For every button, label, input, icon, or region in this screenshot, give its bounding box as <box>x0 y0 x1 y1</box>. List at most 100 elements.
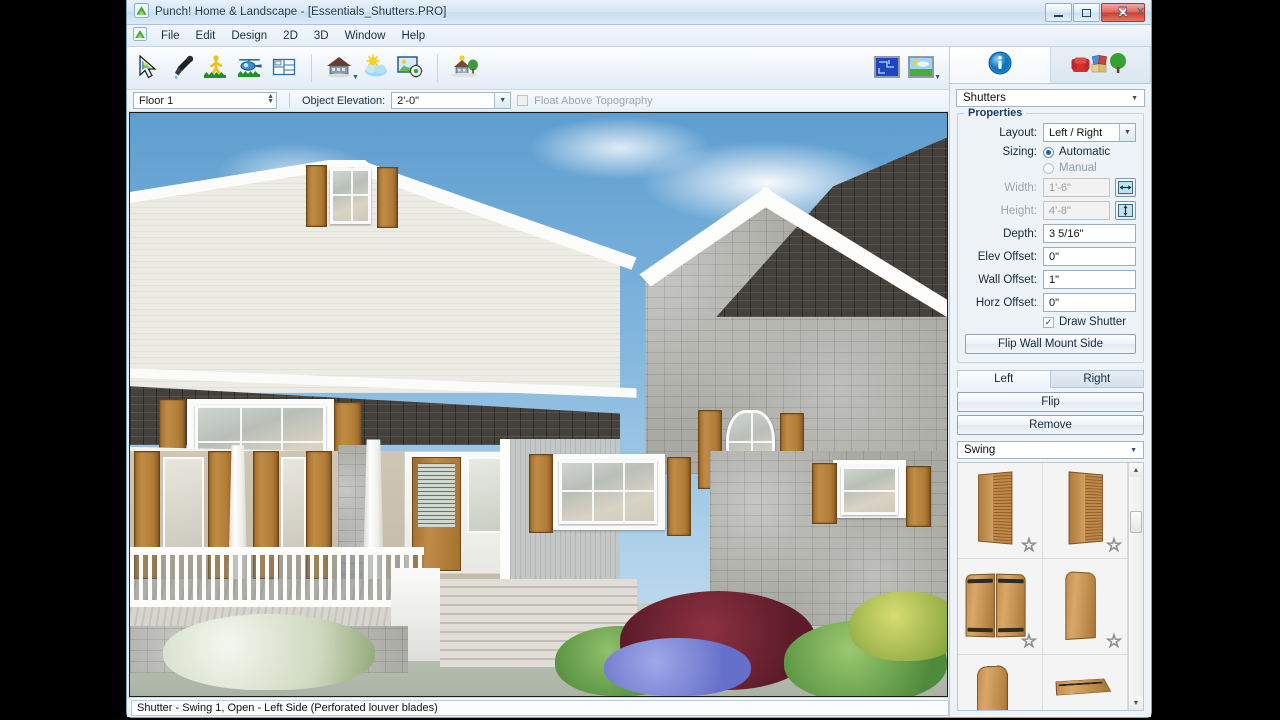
menu-edit[interactable]: Edit <box>188 27 224 45</box>
remove-button[interactable]: Remove <box>957 415 1144 436</box>
sizing-automatic-radio[interactable]: Automatic <box>1043 146 1136 158</box>
mdi-document-icon <box>133 27 147 44</box>
width-input[interactable]: 1'-6" <box>1043 178 1110 197</box>
shutter-swing-2-double[interactable]: ☆ <box>958 559 1043 656</box>
porch-railing <box>130 550 425 603</box>
flip-button[interactable]: Flip <box>957 392 1144 413</box>
menu-file[interactable]: File <box>153 27 188 45</box>
side-tab-right[interactable]: Right <box>1050 370 1144 389</box>
floor-value: Floor 1 <box>139 94 174 107</box>
walkthrough-tool[interactable] <box>199 49 233 87</box>
menu-3d[interactable]: 3D <box>306 27 337 45</box>
status-message: Shutter - Swing 1, Open - Left Side (Per… <box>131 699 949 716</box>
shutter-swing-3-right[interactable] <box>1043 655 1128 711</box>
plan-view-button[interactable] <box>870 49 904 87</box>
elev-offset-label: Elev Offset: <box>977 250 1037 263</box>
layout-select[interactable]: Left / Right ▼ <box>1043 123 1136 142</box>
favorite-star-icon[interactable]: ☆ <box>1105 536 1122 555</box>
white-flower-bush <box>162 614 376 691</box>
info-tab[interactable] <box>950 47 1051 83</box>
swatch-scrollbar[interactable]: ▲ ▼ <box>1128 463 1143 710</box>
status-bar: Shutter - Swing 1, Open - Left Side (Per… <box>127 697 949 717</box>
width-label: Width: <box>1004 181 1037 194</box>
site-view-tool[interactable] <box>448 49 482 87</box>
dormer-shutter-right <box>376 166 398 228</box>
float-above-topography-checkbox[interactable] <box>517 95 529 106</box>
weather-tool[interactable] <box>359 49 393 87</box>
horizontal-resize-icon[interactable] <box>1115 178 1136 197</box>
elev-offset-value: 0" <box>1049 250 1060 263</box>
house-view-tool[interactable] <box>322 49 356 87</box>
floor-selector[interactable]: Floor 1 ▲ ▼ <box>133 92 277 109</box>
menu-design[interactable]: Design <box>223 27 275 45</box>
side-tab-left[interactable]: Left <box>957 370 1051 389</box>
entry-sidelight <box>467 456 505 533</box>
picture-gear-icon <box>396 54 424 83</box>
chevron-down-icon[interactable]: ▼ <box>494 93 511 108</box>
mdi-minimize-button[interactable]: _ <box>1098 5 1111 18</box>
menu-window[interactable]: Window <box>337 27 394 45</box>
chevron-down-icon[interactable]: ▼ <box>1131 95 1138 102</box>
three-d-viewport[interactable] <box>129 112 948 697</box>
flyover-tool[interactable] <box>233 49 267 87</box>
floorplan-tool[interactable] <box>267 49 301 87</box>
object-elevation-input[interactable]: 2'-0" ▼ <box>391 92 512 109</box>
maximize-button[interactable] <box>1073 3 1100 22</box>
render-settings-tool[interactable] <box>393 49 427 87</box>
mdi-restore-button[interactable]: ❐ <box>1116 5 1129 18</box>
house-view-dropdown-caret[interactable]: ▼ <box>352 74 359 81</box>
properties-groupbox: Properties Layout: Left / Right ▼ Sizing… <box>957 107 1144 363</box>
depth-row: Depth: 3 5/16" <box>965 224 1136 243</box>
shutter-swing-2-single[interactable]: ☆ <box>1043 559 1128 656</box>
depth-input[interactable]: 3 5/16" <box>1043 224 1136 243</box>
sizing-manual-radio[interactable]: Manual <box>1043 162 1136 174</box>
strap-hinge <box>1059 681 1104 687</box>
right-wing-shutter-right <box>906 465 931 527</box>
height-input[interactable]: 4'-8" <box>1043 201 1110 220</box>
vertical-resize-icon[interactable] <box>1115 201 1136 220</box>
sizing-automatic-label: Automatic <box>1059 146 1111 158</box>
three-d-view-button[interactable] <box>904 49 938 87</box>
horz-offset-input[interactable]: 0" <box>1043 293 1136 312</box>
shutter-swing-1-right[interactable]: ☆ <box>1043 463 1128 560</box>
eyedropper-tool[interactable] <box>165 49 199 87</box>
panel-shutter-graphic-b <box>995 573 1026 638</box>
view-dropdown-caret[interactable]: ▼ <box>934 74 941 81</box>
swatch-category-value: Swing <box>964 444 996 457</box>
chevron-down-icon[interactable]: ▼ <box>1130 447 1137 454</box>
favorite-star-icon[interactable]: ☆ <box>1105 632 1122 651</box>
mdi-close-button[interactable]: ✕ <box>1134 5 1147 18</box>
menu-help[interactable]: Help <box>393 27 433 45</box>
horz-offset-label: Horz Offset: <box>975 296 1037 309</box>
swatch-category-selector[interactable]: Swing ▼ <box>957 441 1144 460</box>
info-circle-icon <box>987 50 1013 79</box>
scroll-thumb[interactable] <box>1130 511 1142 534</box>
favorite-star-icon[interactable]: ☆ <box>1020 536 1037 555</box>
window-title: Punch! Home & Landscape - [Essentials_Sh… <box>155 6 447 18</box>
wall-offset-input[interactable]: 1" <box>1043 270 1136 289</box>
select-arrow-tool[interactable] <box>131 49 165 87</box>
chevron-down-icon[interactable]: ▼ <box>1119 124 1135 141</box>
walking-person-icon <box>203 54 229 83</box>
draw-shutter-checkbox[interactable]: ✓ Draw Shutter <box>1043 316 1136 328</box>
side-tab-strip: Left Right <box>957 370 1144 389</box>
flip-wall-mount-side-button[interactable]: Flip Wall Mount Side <box>965 334 1136 354</box>
elev-offset-input[interactable]: 0" <box>1043 247 1136 266</box>
minimize-button[interactable] <box>1045 3 1072 22</box>
menu-2d[interactable]: 2D <box>275 27 306 45</box>
floor-spinner[interactable]: ▲ ▼ <box>267 93 274 105</box>
scroll-up-icon[interactable]: ▲ <box>1129 463 1143 478</box>
checkbox-checked-icon: ✓ <box>1043 316 1054 328</box>
shutter-swing-1-left[interactable]: ☆ <box>958 463 1043 560</box>
scroll-down-icon[interactable]: ▼ <box>1129 696 1143 710</box>
category-selector[interactable]: Shutters ▼ <box>956 89 1145 107</box>
porch-rail-bottom <box>130 599 425 607</box>
shutter-swing-3-left[interactable] <box>958 655 1043 711</box>
draw-shutter-label: Draw Shutter <box>1059 316 1127 328</box>
strap-hinge-bottom <box>967 627 993 633</box>
favorite-star-icon[interactable]: ☆ <box>1020 632 1037 651</box>
swatch-browser: ☆ ☆ ☆ ☆ ▲ ▼ <box>957 462 1144 711</box>
objects-tab[interactable] <box>1050 47 1151 83</box>
toolbar-group-site <box>448 47 482 89</box>
arch-mullion-h <box>729 441 773 444</box>
